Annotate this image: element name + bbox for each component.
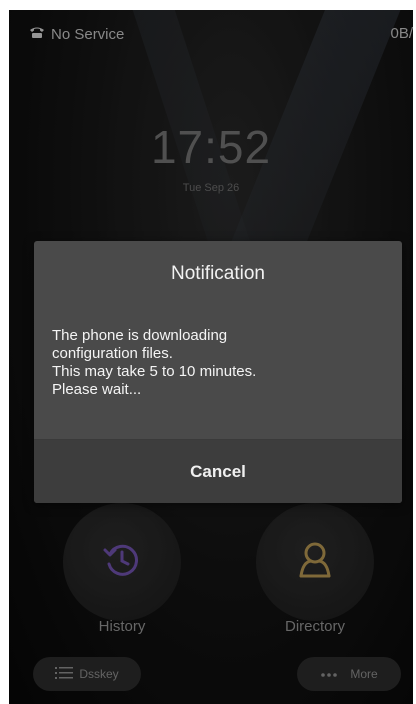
cancel-button[interactable]: Cancel <box>34 440 402 503</box>
notification-dialog: Notification The phone is downloading co… <box>34 241 402 503</box>
dialog-message-line: configuration files. <box>52 345 173 362</box>
dialog-message: The phone is downloading configuration f… <box>52 327 382 399</box>
phone-screen: No Service 0B/ 17:52 Tue Sep 26 History … <box>9 10 413 704</box>
dialog-message-line: Please wait... <box>52 381 142 398</box>
dialog-message-line: This may take 5 to 10 minutes. <box>52 363 257 380</box>
dialog-message-line: The phone is downloading <box>52 327 228 344</box>
dialog-title: Notification <box>171 263 265 284</box>
